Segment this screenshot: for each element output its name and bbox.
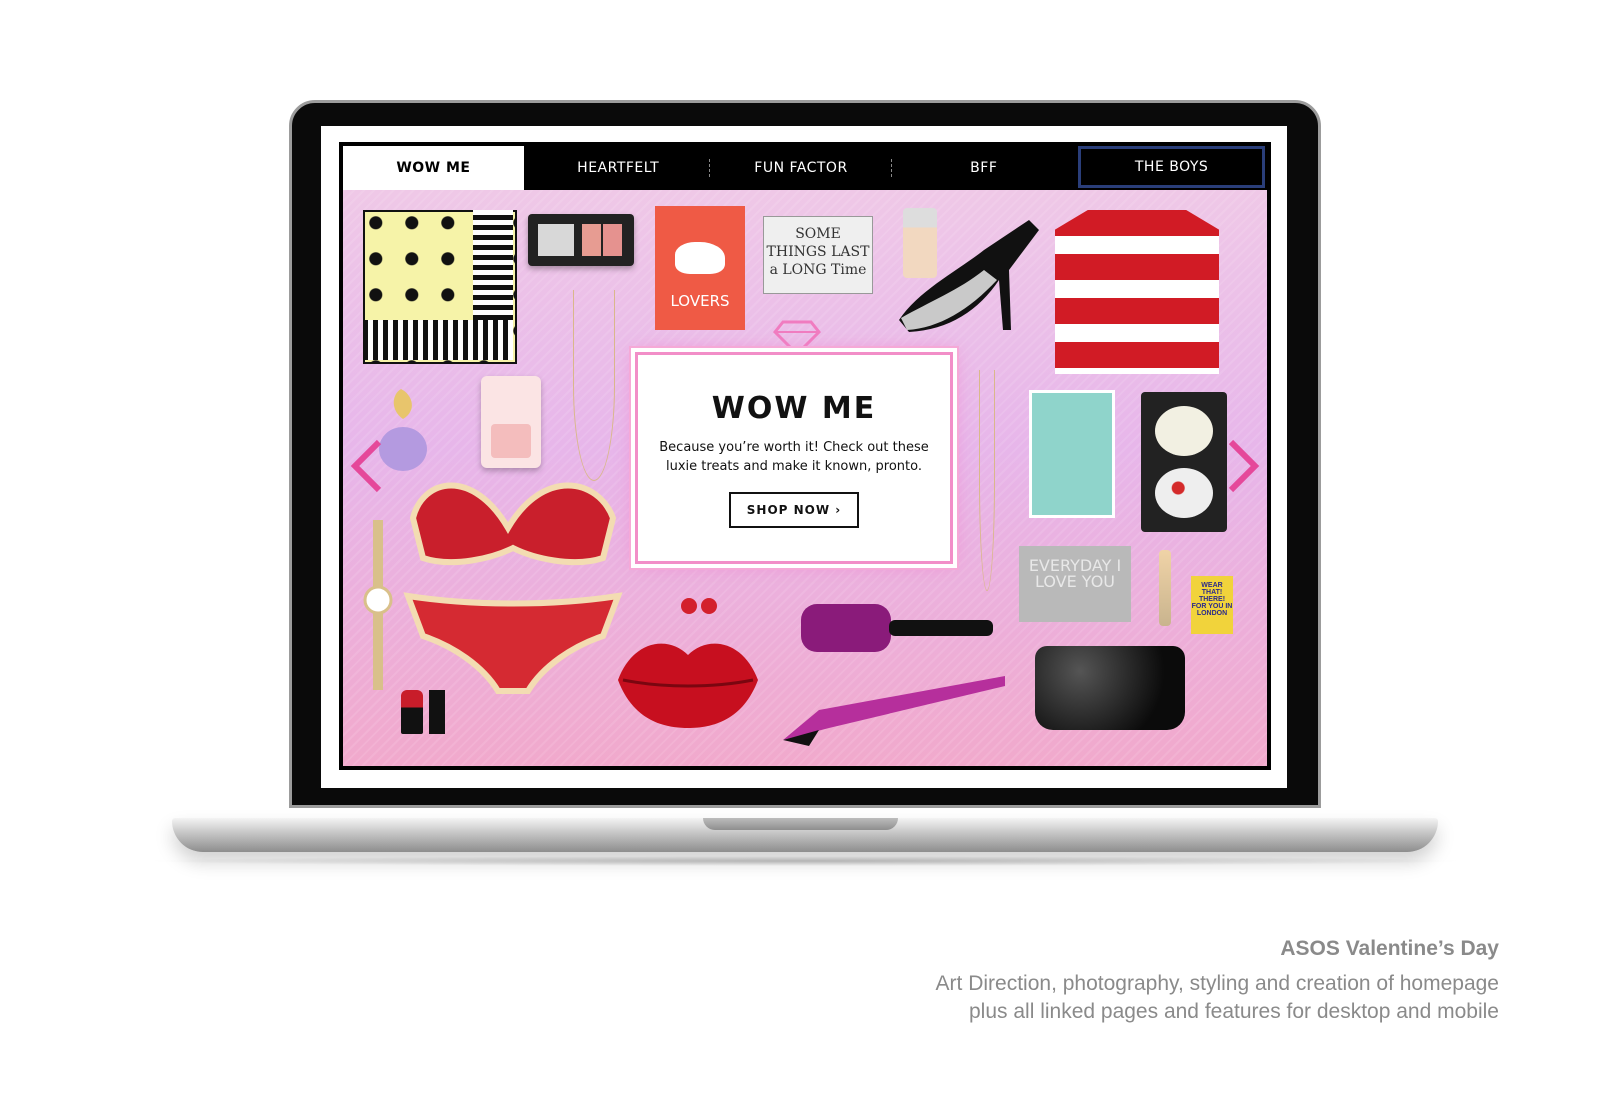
category-nav: WOW ME HEARTFELT FUN FACTOR BFF THE BOYS [343, 146, 1267, 190]
chevron-left-icon[interactable] [349, 438, 387, 494]
product-hair-straightener[interactable] [779, 670, 1009, 750]
product-blush-compact[interactable] [481, 376, 541, 468]
product-candle-set[interactable] [1141, 392, 1227, 532]
tab-label: HEARTFELT [577, 160, 660, 176]
tab-fun-factor[interactable]: FUN FACTOR [711, 146, 892, 190]
diamond-icon [773, 320, 821, 356]
product-lips-clutch[interactable] [613, 630, 763, 730]
caption-description-line1: Art Direction, photography, styling and … [935, 972, 1499, 995]
scarf-stripe-bottom [363, 320, 513, 360]
caption-title: ASOS Valentine’s Day [1280, 937, 1499, 960]
product-blush-palette[interactable] [528, 214, 634, 266]
polar-bear-icon [675, 242, 725, 274]
tab-label: BFF [970, 160, 998, 176]
tab-bff[interactable]: BFF [893, 146, 1074, 190]
tab-label: FUN FACTOR [754, 160, 848, 176]
product-lip-gloss[interactable] [1159, 550, 1171, 626]
chevron-right-icon[interactable] [1223, 438, 1261, 494]
product-lace-panties[interactable] [403, 586, 623, 696]
product-paddle-brush[interactable] [799, 598, 999, 658]
product-makeup-pouch[interactable] [1035, 646, 1185, 730]
product-everyday-card[interactable]: EVERYDAY I LOVE YOU [1019, 546, 1131, 622]
tab-label: THE BOYS [1134, 159, 1209, 175]
product-lipstick[interactable] [401, 690, 423, 734]
tab-label: WOW ME [396, 160, 471, 176]
product-watch[interactable] [363, 520, 393, 690]
product-rose-card[interactable] [1029, 390, 1115, 518]
product-necklace[interactable] [573, 290, 615, 481]
product-heart-earrings[interactable] [679, 594, 719, 616]
tab-heartfelt[interactable]: HEARTFELT [528, 146, 709, 190]
caption-description-line2: plus all linked pages and features for d… [968, 1000, 1499, 1023]
laptop-shadow [140, 856, 1470, 866]
bear-card-text: LOVERS [670, 292, 730, 310]
promo-box: WOW ME Because you’re worth it! Check ou… [635, 352, 953, 564]
product-lipstick-case[interactable] [429, 690, 445, 734]
promo-text: Because you’re worth it! Check out these… [659, 440, 929, 474]
product-book[interactable]: WEAR THAT! THERE! FOR YOU IN LONDON [1191, 576, 1233, 634]
product-pendant-necklace[interactable] [979, 370, 995, 591]
product-rose-tshirt[interactable] [1055, 210, 1219, 374]
tab-the-boys[interactable]: THE BOYS [1078, 146, 1265, 188]
shop-now-button[interactable]: SHOP NOW › [728, 492, 860, 528]
laptop-notch [703, 818, 898, 830]
product-quote-card[interactable]: SOME THINGS LAST a LONG Time [763, 216, 873, 294]
product-lace-bra[interactable] [403, 458, 623, 568]
product-heel-shoe[interactable] [889, 210, 1049, 340]
homepage: WOW ME HEARTFELT FUN FACTOR BFF THE BOYS… [339, 142, 1271, 770]
tab-wow-me[interactable]: WOW ME [343, 146, 524, 190]
hero-collage: LOVERS SOME THINGS LAST a LONG Time EVER… [343, 190, 1267, 766]
promo-title: WOW ME [711, 391, 877, 426]
